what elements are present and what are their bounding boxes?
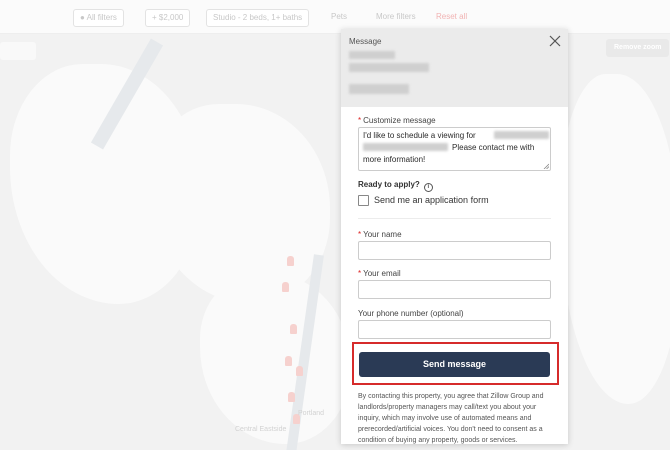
consent-disclaimer: By contacting this property, you agree t… <box>358 393 544 444</box>
message-textarea[interactable]: I'd like to schedule a viewing for Pleas… <box>358 127 551 171</box>
reset-filters-button[interactable]: Reset all <box>430 9 473 27</box>
email-input[interactable] <box>358 280 551 299</box>
redacted-property-detail <box>349 84 409 94</box>
map-city-label: Portland <box>298 410 325 417</box>
remove-zoom-button[interactable]: Remove zoom <box>606 39 670 57</box>
filter-bar: ● All filters + $2,000 Studio - 2 beds, … <box>0 0 670 34</box>
message-line: more information! <box>363 155 426 164</box>
close-icon <box>549 35 561 47</box>
message-modal: Message * Customize message I'd like to s… <box>341 29 568 444</box>
info-icon[interactable]: i <box>423 183 433 192</box>
map-control-left[interactable] <box>0 42 36 60</box>
map-pin[interactable] <box>288 392 295 402</box>
redacted-property-address <box>349 63 429 72</box>
phone-label: Your phone number (optional) <box>358 309 464 318</box>
name-input[interactable] <box>358 241 551 260</box>
all-filters-label: All filters <box>86 13 117 22</box>
all-filters-button[interactable]: ● All filters <box>73 9 124 27</box>
redacted-message-text <box>363 143 448 151</box>
map-pin[interactable] <box>296 366 303 376</box>
price-filter-button[interactable]: + $2,000 <box>145 9 191 27</box>
send-message-button[interactable]: Send message <box>359 352 550 377</box>
resize-grip-icon[interactable] <box>543 163 549 169</box>
phone-input[interactable] <box>358 320 551 339</box>
map-pin[interactable] <box>287 256 294 266</box>
email-label: * Your email <box>358 269 401 278</box>
map-land-area <box>200 274 350 444</box>
close-button[interactable] <box>548 34 562 48</box>
map-land-area <box>560 74 670 404</box>
map[interactable]: Remove zoom Portland Central Eastside <box>0 34 670 450</box>
more-filters-button[interactable]: More filters <box>370 9 422 27</box>
customize-message-label: * Customize message <box>358 116 436 125</box>
map-pin[interactable] <box>290 324 297 334</box>
pets-filter-button[interactable]: Pets <box>325 9 353 27</box>
message-line: I'd like to schedule a viewing for <box>363 131 476 140</box>
map-district-label: Central Eastside <box>235 426 287 433</box>
redacted-message-text <box>494 131 549 139</box>
filters-icon: ● <box>80 13 87 22</box>
message-line: Please contact me with <box>452 143 535 152</box>
map-land-area <box>150 104 330 304</box>
divider <box>358 218 551 219</box>
beds-filter-button[interactable]: Studio - 2 beds, 1+ baths <box>206 9 310 27</box>
modal-title: Message <box>349 37 382 46</box>
map-pin[interactable] <box>282 282 289 292</box>
map-pin[interactable] <box>285 356 292 366</box>
redacted-property-name <box>349 51 395 59</box>
modal-header: Message <box>341 29 568 107</box>
name-label: * Your name <box>358 230 402 239</box>
application-form-checkbox[interactable] <box>358 195 369 206</box>
application-form-label[interactable]: Send me an application form <box>374 195 489 205</box>
ready-to-apply-label: Ready to apply? i <box>358 180 433 192</box>
